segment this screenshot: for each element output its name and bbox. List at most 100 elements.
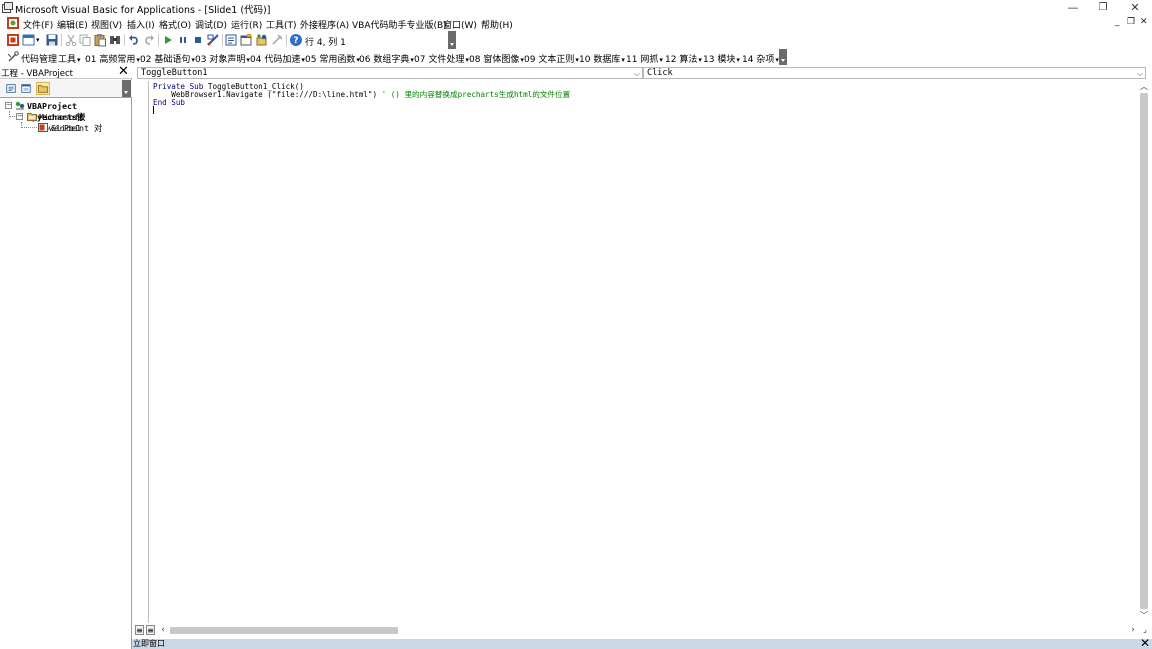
scroll-right-icon[interactable]: › [1128,624,1138,636]
code-editor[interactable]: Private Sub ToggleButton1_Click() WebBro… [150,81,1138,623]
view-powerpoint-icon[interactable] [6,33,20,47]
menu-addins[interactable]: 外接程序(A) [300,18,349,31]
copy-icon[interactable] [78,33,92,47]
chevron-down-icon: ⌵ [1136,69,1143,78]
powerpoint-app-icon[interactable] [7,17,19,29]
toolbar-separator [61,34,62,46]
menu-run[interactable]: 运行(R) [231,18,262,31]
tree-node-slide1[interactable]: Slide1 [51,123,81,133]
mdi-minimize-button[interactable]: _ [1115,17,1120,27]
tree-collapse-toggle[interactable]: − [16,113,23,120]
dropdown-10-database[interactable]: 10 数据库 [579,52,625,65]
slide-icon [38,123,48,132]
code-margin[interactable] [135,81,149,623]
mdi-restore-button[interactable]: ❐ [1127,17,1135,27]
code-line-3: End Sub [153,99,185,107]
break-icon[interactable] [176,33,190,47]
menu-help[interactable]: 帮助(H) [481,18,513,31]
dropdown-02-basic-statements[interactable]: 02 基础语句 [140,52,195,65]
menu-debug[interactable]: 调试(D) [195,18,227,31]
dropdown-05-common-functions[interactable]: 05 常用函数 [305,52,360,65]
object-combo[interactable]: ToggleButton1 ⌵ [137,67,643,79]
text-cursor [153,106,154,114]
vertical-scrollbar[interactable]: ︿ ﹀ [1138,81,1150,623]
save-icon[interactable] [45,33,59,47]
code-line-2: WebBrowser1.Navigate ("file:///D:\line.h… [153,91,570,99]
insert-userform-icon[interactable] [22,33,36,47]
toolbar-options-button[interactable] [779,49,787,65]
toolbar-separator [286,34,287,46]
procedure-combo[interactable]: Click ⌵ [643,67,1146,79]
minimize-button[interactable]: — [1066,1,1080,14]
cut-icon[interactable] [64,33,78,47]
dropdown-03-object-declarations[interactable]: 03 对象声明 [195,52,250,65]
view-object-icon[interactable] [19,82,33,95]
vba-app-icon[interactable] [2,2,13,13]
code-manager-icon [7,51,19,62]
dropdown-14-misc[interactable]: 14 杂项 [742,52,779,65]
tree-collapse-toggle[interactable]: − [5,102,12,109]
menu-bar: 文件(F) 编辑(E) 视图(V) 插入(I) 格式(O) 调试(D) 运行(R… [0,15,1152,31]
undo-icon[interactable] [127,33,141,47]
standard-toolbar: ▾ ? 行 4, 列 1 [0,31,460,49]
dropdown-07-file-handling[interactable]: 07 文件处理 [414,52,469,65]
scrollbar-thumb[interactable] [1140,93,1148,609]
menu-tools[interactable]: 工具(T) [266,18,297,31]
code-text: WebBrowser1.Navigate ("file:///D:\line.h… [153,90,382,99]
chevron-down-icon[interactable]: ▾ [36,36,40,44]
close-icon[interactable]: ✕ [1140,637,1150,649]
procedure-view-button[interactable]: ≡ [135,625,144,635]
close-icon[interactable]: ✕ [117,65,130,78]
menu-window[interactable]: 窗口(W) [443,18,477,31]
project-explorer-header: 工程 - VBAProject ✕ [0,65,132,79]
chevron-down-icon: ⌵ [633,69,640,78]
toolbar-options-button[interactable] [122,80,131,97]
menu-format[interactable]: 格式(O) [159,18,191,31]
cursor-position-indicator: 行 4, 列 1 [305,38,346,48]
dropdown-01-frequent[interactable]: 01 高频常用 [85,52,140,65]
object-browser-icon[interactable] [255,33,269,47]
design-mode-icon[interactable] [206,33,220,47]
view-code-icon[interactable] [4,82,18,95]
paste-icon[interactable] [93,33,107,47]
scroll-left-icon[interactable]: ‹ [158,624,168,636]
menu-vba-assistant[interactable]: VBA代码助手专业版(B) [352,18,447,31]
menu-file[interactable]: 文件(F) [23,18,53,31]
find-icon[interactable] [108,33,122,47]
run-icon[interactable] [161,33,175,47]
scrollbar-thumb[interactable] [170,627,398,634]
scroll-down-icon[interactable]: ﹀ [1139,611,1149,621]
menu-insert[interactable]: 插入(I) [127,18,155,31]
title-bar: Microsoft Visual Basic for Applications … [0,0,1152,16]
dropdown-09-text-regex[interactable]: 09 文本正则 [524,52,579,65]
tree-connector [21,127,37,128]
dropdown-13-modules[interactable]: 13 模块 [703,52,740,65]
resize-grip-icon[interactable]: ⌟ [1140,624,1150,636]
toolbar-separator [222,34,223,46]
reset-icon[interactable] [191,33,205,47]
redo-icon[interactable] [142,33,156,47]
dropdown-06-arrays-dictionaries[interactable]: 06 数组字典 [359,52,414,65]
properties-window-icon[interactable] [239,33,253,47]
code-manager-button[interactable]: 代码管理 [21,52,57,65]
object-combo-value: ToggleButton1 [141,68,208,78]
full-module-view-button[interactable]: ≡ [146,625,155,635]
restore-button[interactable]: ❐ [1096,1,1110,14]
dropdown-04-code-acceleration[interactable]: 04 代码加速 [250,52,305,65]
vba-project-icon [15,101,25,110]
toggle-folders-icon[interactable] [36,82,50,95]
tools-dropdown[interactable]: 工具 [58,52,81,65]
toolbox-icon[interactable] [270,33,284,47]
project-explorer-icon[interactable] [224,33,238,47]
scroll-up-icon[interactable]: ︿ [1139,82,1149,92]
menu-edit[interactable]: 编辑(E) [57,18,88,31]
dropdown-12-algorithms[interactable]: 12 算法 [665,52,702,65]
dropdown-08-forms-images[interactable]: 08 窗体图像 [469,52,524,65]
dropdown-11-web-scraping[interactable]: 11 网抓 [626,52,663,65]
menu-view[interactable]: 视图(V) [91,18,122,31]
toolbar-options-button[interactable] [448,31,456,49]
close-button[interactable]: ✕ [1128,1,1142,14]
mdi-close-button[interactable]: ✕ [1140,17,1148,27]
help-icon[interactable]: ? [289,33,303,47]
toolbar-separator [158,34,159,46]
